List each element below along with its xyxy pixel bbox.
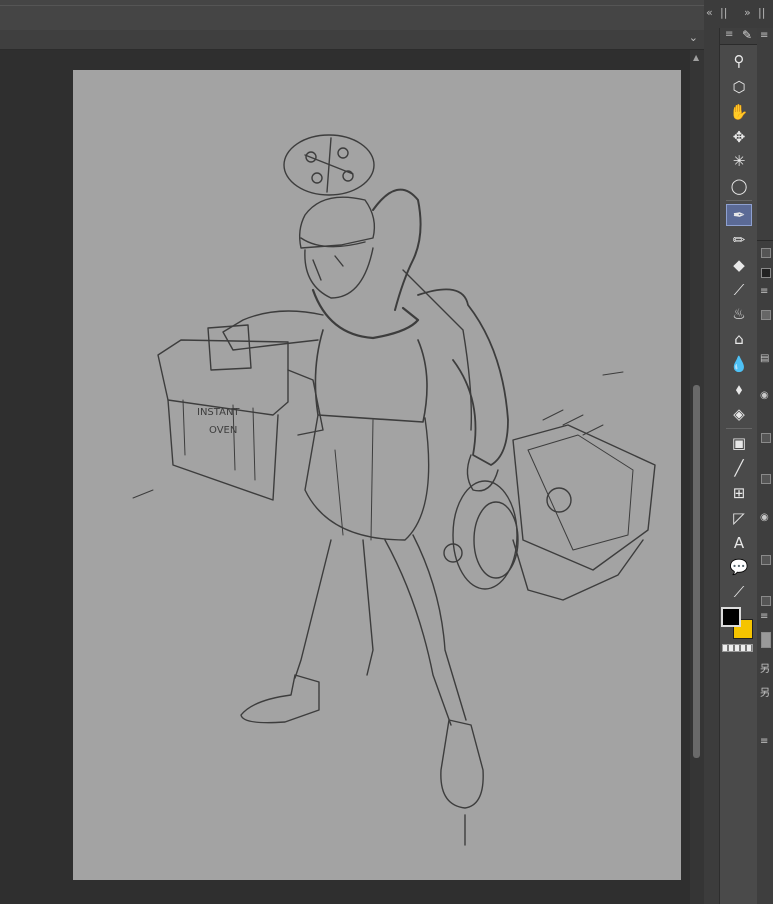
- ground-mark: [602, 371, 624, 376]
- drawing-canvas[interactable]: INSTANT OVEN: [73, 70, 681, 880]
- panel-checkbox[interactable]: [761, 310, 771, 320]
- ground-mark: [132, 489, 154, 499]
- operation-icon[interactable]: ⬡: [726, 76, 752, 98]
- text-tool-icon[interactable]: A: [726, 532, 752, 554]
- grip-left-icon[interactable]: ||: [720, 6, 727, 19]
- layer-visibility-box[interactable]: [761, 474, 771, 484]
- eye-icon[interactable]: ◉: [760, 512, 769, 523]
- eraser-icon[interactable]: ◆: [726, 254, 752, 276]
- title-bar: [0, 0, 704, 31]
- panel-checkbox[interactable]: [761, 268, 771, 278]
- panel-button[interactable]: [761, 632, 771, 648]
- tool-divider: [726, 200, 752, 201]
- eyedropper-icon[interactable]: ⟋: [726, 279, 752, 301]
- pencil-icon[interactable]: ✏: [726, 229, 752, 251]
- main-color-swatch[interactable]: [721, 607, 741, 627]
- halo-pepperoni: [311, 172, 323, 184]
- transparent-color-swatch[interactable]: [722, 644, 753, 652]
- correct-line-icon[interactable]: ⟋: [726, 581, 752, 603]
- tool-palette-header: ≡ ✎: [720, 28, 758, 45]
- halo-pepperoni: [337, 147, 349, 159]
- vertical-scrollbar[interactable]: ▲: [690, 50, 704, 904]
- side-panel-strip: ≡ ≡ ▤ ◉ ◉ ≡ 另 另 ≡: [757, 28, 773, 904]
- ponytail: [372, 188, 422, 311]
- oven-left-handle: [207, 324, 252, 371]
- oven-arm-rod: [287, 369, 324, 436]
- oven-left: [157, 339, 289, 416]
- right-leg: [384, 534, 467, 726]
- canvas-tab-bar: ⌄: [0, 30, 704, 50]
- oven-right-books: [542, 409, 604, 436]
- panel-label: 另: [760, 688, 770, 699]
- left-arm: [222, 310, 324, 351]
- sketch-drawing: INSTANT OVEN: [132, 134, 656, 846]
- tool-palette: ≡ ✎ ⚲ ⬡ ✋ ✥ ✳ ◯ ✒ ✏ ◆ ⟋ ♨ ⌂ 💧 ⬧ ◈ ▣ ╱ ⊞ …: [719, 28, 759, 904]
- title-bar-divider: [0, 5, 704, 6]
- panel-menu-icon[interactable]: ≡: [760, 30, 768, 41]
- layer-visibility-box[interactable]: [761, 433, 771, 443]
- collapse-left-icon[interactable]: «: [706, 6, 713, 19]
- layer-mask-icon: ▤: [760, 353, 770, 364]
- panel-menu-icon[interactable]: ≡: [760, 286, 768, 297]
- collapse-right-icon[interactable]: »: [744, 6, 751, 19]
- brush-indicator-icon: ✎: [742, 28, 753, 42]
- layer-visibility-box[interactable]: [761, 555, 771, 565]
- frame-border-icon[interactable]: ⊞: [726, 482, 752, 504]
- auto-select-icon[interactable]: ✳: [726, 150, 752, 172]
- panel-divider: [757, 240, 773, 241]
- pen-icon[interactable]: ✒: [726, 204, 752, 226]
- fill-icon[interactable]: ◈: [726, 403, 752, 425]
- gradient-icon[interactable]: ▣: [726, 432, 752, 454]
- grip-right-icon[interactable]: ||: [758, 6, 765, 19]
- panel-label: 另: [760, 664, 770, 675]
- lasso-icon[interactable]: ◯: [726, 175, 752, 197]
- apron-folds: [334, 419, 374, 541]
- right-boot: [440, 719, 484, 809]
- move-icon[interactable]: ✥: [726, 126, 752, 148]
- panel-menu-icon[interactable]: ≡: [760, 736, 768, 747]
- face: [304, 247, 374, 299]
- cap-crown: [298, 196, 376, 249]
- scrollbar-thumb[interactable]: [693, 385, 700, 758]
- left-leg: [294, 539, 374, 679]
- oven-label-line1: INSTANT: [197, 407, 240, 418]
- brush-icon[interactable]: ⬧: [726, 378, 752, 400]
- hand-icon[interactable]: ✋: [726, 101, 752, 123]
- torso: [314, 329, 428, 423]
- layer-visibility-box[interactable]: [761, 596, 771, 606]
- right-arm: [417, 288, 509, 466]
- blend-icon[interactable]: 💧: [726, 353, 752, 375]
- figure-icon[interactable]: ╱: [726, 457, 752, 479]
- apron: [304, 414, 430, 541]
- scroll-up-icon[interactable]: ▲: [693, 53, 699, 62]
- eye-icon[interactable]: ◉: [760, 390, 769, 401]
- palette-menu-icon[interactable]: ≡: [725, 29, 733, 40]
- oven-right: [512, 424, 656, 571]
- decoration-icon[interactable]: ⌂: [726, 328, 752, 350]
- panel-checkbox[interactable]: [761, 248, 771, 258]
- tab-dropdown-icon[interactable]: ⌄: [689, 31, 698, 44]
- hair-strands: [312, 255, 344, 281]
- ruler-icon[interactable]: ◸: [726, 507, 752, 529]
- left-boot: [240, 674, 320, 724]
- oven-label-line2: OVEN: [209, 425, 237, 436]
- panel-menu-icon[interactable]: ≡: [760, 611, 768, 622]
- oven-right-panel: [527, 434, 634, 551]
- oven-wheel-inner: [473, 501, 519, 579]
- zoom-icon[interactable]: ⚲: [726, 50, 752, 72]
- balloon-icon[interactable]: 💬: [726, 556, 752, 578]
- airbrush-icon[interactable]: ♨: [726, 303, 752, 325]
- tool-divider: [726, 428, 752, 429]
